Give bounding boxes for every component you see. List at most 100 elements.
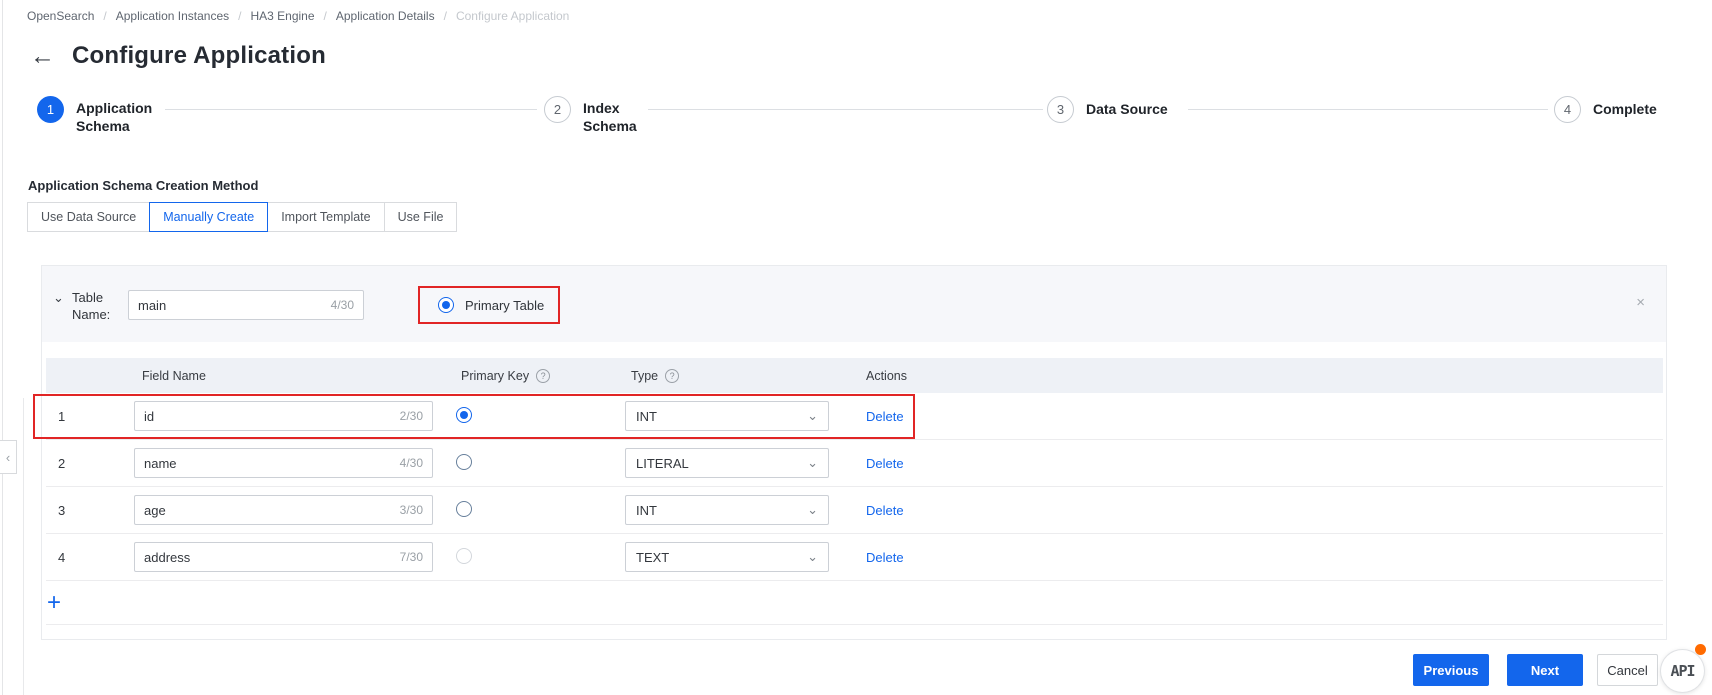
back-arrow-icon[interactable]: ← <box>30 43 55 69</box>
step-1-label: Application Schema <box>76 100 153 134</box>
tab-manually-create[interactable]: Manually Create <box>149 202 269 232</box>
breadcrumb-application-details[interactable]: Application Details <box>336 9 435 23</box>
primary-key-radio[interactable] <box>456 500 472 517</box>
field-name-input[interactable]: age 3/30 <box>134 495 433 525</box>
row-index: 4 <box>58 549 66 565</box>
row-index: 2 <box>58 455 66 471</box>
breadcrumb-separator: / <box>443 9 447 23</box>
type-value: INT <box>636 408 657 424</box>
table-name-counter: 4/30 <box>330 298 354 312</box>
fields-table: Field Name Primary Key ? Type ? Actions … <box>46 358 1663 625</box>
sidebar-collapse-handle[interactable]: ‹ <box>0 440 17 474</box>
delete-link[interactable]: Delete <box>866 409 904 424</box>
primary-key-radio[interactable] <box>456 453 472 470</box>
column-field-name: Field Name <box>142 368 206 383</box>
field-counter: 7/30 <box>399 550 423 564</box>
type-select[interactable]: INT ⌄ <box>625 495 829 525</box>
column-type-label: Type <box>631 368 659 383</box>
table-panel-header: ⌄ Table Name: main 4/30 Primary Table × <box>42 266 1666 342</box>
chevron-down-icon: ⌄ <box>807 408 818 423</box>
table-name-input[interactable]: main 4/30 <box>128 290 364 320</box>
step-index-schema: 2 Index Schema <box>544 96 643 135</box>
cancel-button[interactable]: Cancel <box>1597 654 1658 686</box>
type-select[interactable]: TEXT ⌄ <box>625 542 829 572</box>
type-select[interactable]: LITERAL ⌄ <box>625 448 829 478</box>
table-schema-panel: ⌄ Table Name: main 4/30 Primary Table × … <box>41 265 1667 640</box>
table-name-value: main <box>138 297 167 313</box>
step-4-circle: 4 <box>1554 96 1581 123</box>
table-row: 4 address 7/30 TEXT ⌄ Delete <box>46 534 1663 581</box>
step-2-circle: 2 <box>544 96 571 123</box>
primary-table-radio[interactable] <box>438 297 454 313</box>
delete-link[interactable]: Delete <box>866 503 904 518</box>
table-row: 1 id 2/30 INT ⌄ Delete <box>46 393 1663 440</box>
tab-use-data-source[interactable]: Use Data Source <box>27 202 151 232</box>
page-header: ← Configure Application <box>30 42 326 70</box>
tab-import-template[interactable]: Import Template <box>267 202 385 232</box>
step-3-circle: 3 <box>1047 96 1074 123</box>
table-name-label: Table Name: <box>72 290 111 322</box>
step-3-label: Data Source <box>1086 101 1168 117</box>
step-connector <box>648 109 1043 110</box>
table-row: 2 name 4/30 LITERAL ⌄ Delete <box>46 440 1663 487</box>
type-select[interactable]: INT ⌄ <box>625 401 829 431</box>
primary-key-radio[interactable] <box>456 406 472 423</box>
field-name-value: name <box>144 455 177 471</box>
step-connector <box>1188 109 1548 110</box>
creation-method-label: Application Schema Creation Method <box>28 178 259 193</box>
step-2-label: Index Schema <box>583 100 637 134</box>
field-counter: 3/30 <box>399 503 423 517</box>
step-application-schema: 1 Application Schema <box>37 96 171 135</box>
delete-link[interactable]: Delete <box>866 550 904 565</box>
add-field-button[interactable]: + <box>46 590 61 615</box>
breadcrumb-ha3-engine[interactable]: HA3 Engine <box>250 9 314 23</box>
field-counter: 4/30 <box>399 456 423 470</box>
help-icon[interactable]: ? <box>536 368 551 383</box>
column-actions: Actions <box>866 368 907 383</box>
field-name-value: address <box>144 549 191 565</box>
breadcrumb-configure-application: Configure Application <box>455 9 570 23</box>
breadcrumb-opensearch[interactable]: OpenSearch <box>27 9 94 23</box>
add-field-row: + <box>46 581 1663 625</box>
chevron-down-icon[interactable]: ⌄ <box>53 290 64 306</box>
close-icon[interactable]: × <box>1636 294 1645 311</box>
breadcrumb-separator: / <box>323 9 327 23</box>
type-value: LITERAL <box>636 455 689 471</box>
field-name-input[interactable]: address 7/30 <box>134 542 433 572</box>
chevron-down-icon: ⌄ <box>807 455 818 470</box>
field-name-value: id <box>144 408 155 424</box>
step-data-source: 3 Data Source <box>1047 96 1168 123</box>
field-name-input[interactable]: id 2/30 <box>134 401 433 431</box>
row-index: 1 <box>58 408 66 424</box>
page-title: Configure Application <box>72 42 326 69</box>
api-notification-dot <box>1695 644 1706 655</box>
chevron-down-icon: ⌄ <box>807 549 818 564</box>
breadcrumb: OpenSearch / Application Instances / HA3… <box>27 9 569 23</box>
chevron-left-icon: ‹ <box>5 449 11 465</box>
field-counter: 2/30 <box>399 409 423 423</box>
step-connector <box>165 109 537 110</box>
primary-table-option: Primary Table <box>438 297 544 313</box>
help-icon[interactable]: ? <box>665 368 680 383</box>
tab-use-file[interactable]: Use File <box>383 202 458 232</box>
next-button[interactable]: Next <box>1507 654 1583 686</box>
page-left-border <box>2 0 3 695</box>
breadcrumb-application-instances[interactable]: Application Instances <box>116 9 229 23</box>
row-index: 3 <box>58 502 66 518</box>
step-1-circle: 1 <box>37 96 64 123</box>
primary-table-label: Primary Table <box>465 297 545 313</box>
step-4-label: Complete <box>1593 101 1657 117</box>
column-primary-key: Primary Key ? <box>456 368 625 383</box>
breadcrumb-separator: / <box>238 9 242 23</box>
creation-method-tabs: Use Data Source Manually Create Import T… <box>27 202 458 232</box>
field-name-input[interactable]: name 4/30 <box>134 448 433 478</box>
previous-button[interactable]: Previous <box>1413 654 1489 686</box>
table-row: 3 age 3/30 INT ⌄ Delete <box>46 487 1663 534</box>
breadcrumb-separator: / <box>103 9 107 23</box>
type-value: INT <box>636 502 657 518</box>
primary-key-radio <box>456 547 472 564</box>
column-primary-key-label: Primary Key <box>461 368 530 383</box>
sidebar-splitter <box>23 398 24 695</box>
delete-link[interactable]: Delete <box>866 456 904 471</box>
api-widget-button[interactable]: API <box>1660 649 1705 693</box>
